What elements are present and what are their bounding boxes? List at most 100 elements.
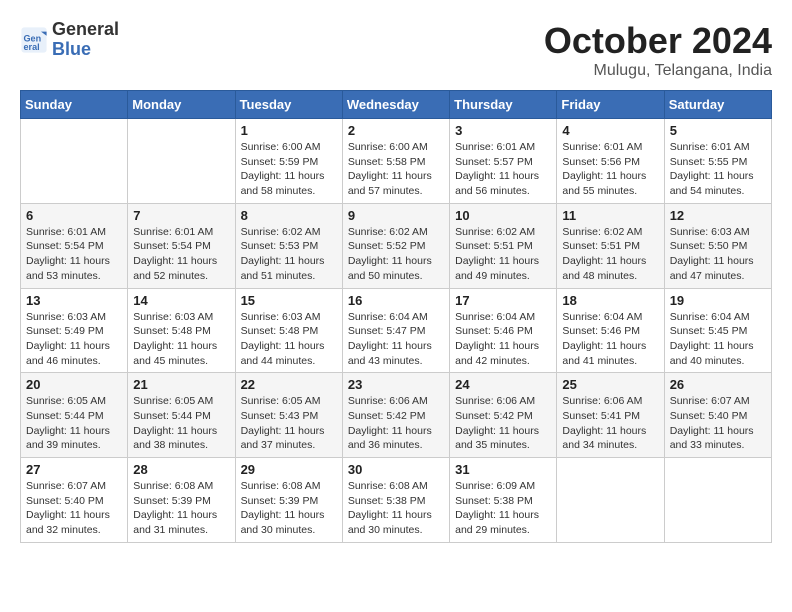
day-number: 7 [133, 208, 229, 223]
day-cell [128, 119, 235, 204]
header-row: SundayMondayTuesdayWednesdayThursdayFrid… [21, 91, 772, 119]
day-detail: Sunrise: 6:03 AM Sunset: 5:50 PM Dayligh… [670, 225, 766, 284]
logo-icon: Gen eral [20, 26, 48, 54]
day-number: 21 [133, 377, 229, 392]
day-number: 24 [455, 377, 551, 392]
day-number: 30 [348, 462, 444, 477]
day-number: 12 [670, 208, 766, 223]
header-cell-saturday: Saturday [664, 91, 771, 119]
day-detail: Sunrise: 6:02 AM Sunset: 5:51 PM Dayligh… [455, 225, 551, 284]
day-cell: 18 Sunrise: 6:04 AM Sunset: 5:46 PM Dayli… [557, 288, 664, 373]
day-detail: Sunrise: 6:02 AM Sunset: 5:51 PM Dayligh… [562, 225, 658, 284]
header-cell-thursday: Thursday [450, 91, 557, 119]
week-row-4: 20 Sunrise: 6:05 AM Sunset: 5:44 PM Dayli… [21, 373, 772, 458]
week-row-2: 6 Sunrise: 6:01 AM Sunset: 5:54 PM Daylig… [21, 203, 772, 288]
day-number: 18 [562, 293, 658, 308]
month-title: October 2024 [544, 20, 772, 62]
calendar-table: SundayMondayTuesdayWednesdayThursdayFrid… [20, 90, 772, 543]
day-number: 23 [348, 377, 444, 392]
day-number: 28 [133, 462, 229, 477]
day-number: 2 [348, 123, 444, 138]
day-number: 27 [26, 462, 122, 477]
day-cell: 6 Sunrise: 6:01 AM Sunset: 5:54 PM Daylig… [21, 203, 128, 288]
day-number: 16 [348, 293, 444, 308]
day-detail: Sunrise: 6:01 AM Sunset: 5:54 PM Dayligh… [26, 225, 122, 284]
logo-text: General Blue [52, 20, 119, 60]
day-number: 11 [562, 208, 658, 223]
day-detail: Sunrise: 6:00 AM Sunset: 5:58 PM Dayligh… [348, 140, 444, 199]
day-detail: Sunrise: 6:07 AM Sunset: 5:40 PM Dayligh… [670, 394, 766, 453]
day-number: 17 [455, 293, 551, 308]
day-detail: Sunrise: 6:04 AM Sunset: 5:47 PM Dayligh… [348, 310, 444, 369]
day-cell: 21 Sunrise: 6:05 AM Sunset: 5:44 PM Dayli… [128, 373, 235, 458]
day-number: 19 [670, 293, 766, 308]
day-number: 26 [670, 377, 766, 392]
title-area: October 2024 Mulugu, Telangana, India [544, 20, 772, 80]
day-cell: 19 Sunrise: 6:04 AM Sunset: 5:45 PM Dayli… [664, 288, 771, 373]
day-detail: Sunrise: 6:09 AM Sunset: 5:38 PM Dayligh… [455, 479, 551, 538]
day-cell: 3Sunrise: 6:01 AM Sunset: 5:57 PM Daylig… [450, 119, 557, 204]
header-cell-sunday: Sunday [21, 91, 128, 119]
logo: Gen eral General Blue [20, 20, 119, 60]
day-number: 4 [562, 123, 658, 138]
day-cell: 20 Sunrise: 6:05 AM Sunset: 5:44 PM Dayli… [21, 373, 128, 458]
header-cell-wednesday: Wednesday [342, 91, 449, 119]
day-detail: Sunrise: 6:02 AM Sunset: 5:52 PM Dayligh… [348, 225, 444, 284]
day-cell: 9Sunrise: 6:02 AM Sunset: 5:52 PM Daylig… [342, 203, 449, 288]
day-detail: Sunrise: 6:04 AM Sunset: 5:45 PM Dayligh… [670, 310, 766, 369]
day-number: 29 [241, 462, 337, 477]
day-cell: 1 Sunrise: 6:00 AM Sunset: 5:59 PM Daylig… [235, 119, 342, 204]
day-number: 31 [455, 462, 551, 477]
day-number: 10 [455, 208, 551, 223]
day-cell [664, 458, 771, 543]
day-detail: Sunrise: 6:01 AM Sunset: 5:55 PM Dayligh… [670, 140, 766, 199]
day-detail: Sunrise: 6:06 AM Sunset: 5:41 PM Dayligh… [562, 394, 658, 453]
day-cell: 25Sunrise: 6:06 AM Sunset: 5:41 PM Dayli… [557, 373, 664, 458]
day-cell: 30 Sunrise: 6:08 AM Sunset: 5:38 PM Dayli… [342, 458, 449, 543]
day-cell: 2 Sunrise: 6:00 AM Sunset: 5:58 PM Daylig… [342, 119, 449, 204]
header-cell-friday: Friday [557, 91, 664, 119]
day-cell: 8Sunrise: 6:02 AM Sunset: 5:53 PM Daylig… [235, 203, 342, 288]
day-number: 6 [26, 208, 122, 223]
day-detail: Sunrise: 6:01 AM Sunset: 5:56 PM Dayligh… [562, 140, 658, 199]
day-detail: Sunrise: 6:05 AM Sunset: 5:44 PM Dayligh… [133, 394, 229, 453]
day-detail: Sunrise: 6:03 AM Sunset: 5:49 PM Dayligh… [26, 310, 122, 369]
day-cell: 24 Sunrise: 6:06 AM Sunset: 5:42 PM Dayli… [450, 373, 557, 458]
page-header: Gen eral General Blue October 2024 Mulug… [20, 20, 772, 80]
day-number: 13 [26, 293, 122, 308]
week-row-1: 1 Sunrise: 6:00 AM Sunset: 5:59 PM Daylig… [21, 119, 772, 204]
day-number: 3 [455, 123, 551, 138]
day-number: 22 [241, 377, 337, 392]
day-number: 20 [26, 377, 122, 392]
day-cell: 11 Sunrise: 6:02 AM Sunset: 5:51 PM Dayli… [557, 203, 664, 288]
day-cell: 15Sunrise: 6:03 AM Sunset: 5:48 PM Dayli… [235, 288, 342, 373]
day-cell: 27 Sunrise: 6:07 AM Sunset: 5:40 PM Dayli… [21, 458, 128, 543]
day-cell [21, 119, 128, 204]
day-cell: 14Sunrise: 6:03 AM Sunset: 5:48 PM Dayli… [128, 288, 235, 373]
day-detail: Sunrise: 6:04 AM Sunset: 5:46 PM Dayligh… [562, 310, 658, 369]
day-detail: Sunrise: 6:08 AM Sunset: 5:39 PM Dayligh… [241, 479, 337, 538]
location-title: Mulugu, Telangana, India [544, 62, 772, 80]
day-cell [557, 458, 664, 543]
day-cell: 28 Sunrise: 6:08 AM Sunset: 5:39 PM Dayli… [128, 458, 235, 543]
day-detail: Sunrise: 6:02 AM Sunset: 5:53 PM Dayligh… [241, 225, 337, 284]
day-number: 1 [241, 123, 337, 138]
day-detail: Sunrise: 6:05 AM Sunset: 5:43 PM Dayligh… [241, 394, 337, 453]
day-cell: 13 Sunrise: 6:03 AM Sunset: 5:49 PM Dayli… [21, 288, 128, 373]
week-row-3: 13 Sunrise: 6:03 AM Sunset: 5:49 PM Dayli… [21, 288, 772, 373]
day-detail: Sunrise: 6:03 AM Sunset: 5:48 PM Dayligh… [133, 310, 229, 369]
header-cell-monday: Monday [128, 91, 235, 119]
day-detail: Sunrise: 6:08 AM Sunset: 5:38 PM Dayligh… [348, 479, 444, 538]
svg-text:eral: eral [24, 42, 40, 52]
day-cell: 31 Sunrise: 6:09 AM Sunset: 5:38 PM Dayli… [450, 458, 557, 543]
day-cell: 17Sunrise: 6:04 AM Sunset: 5:46 PM Dayli… [450, 288, 557, 373]
day-detail: Sunrise: 6:00 AM Sunset: 5:59 PM Dayligh… [241, 140, 337, 199]
day-cell: 29 Sunrise: 6:08 AM Sunset: 5:39 PM Dayli… [235, 458, 342, 543]
day-detail: Sunrise: 6:07 AM Sunset: 5:40 PM Dayligh… [26, 479, 122, 538]
day-detail: Sunrise: 6:05 AM Sunset: 5:44 PM Dayligh… [26, 394, 122, 453]
day-detail: Sunrise: 6:08 AM Sunset: 5:39 PM Dayligh… [133, 479, 229, 538]
day-cell: 16 Sunrise: 6:04 AM Sunset: 5:47 PM Dayli… [342, 288, 449, 373]
day-cell: 23Sunrise: 6:06 AM Sunset: 5:42 PM Dayli… [342, 373, 449, 458]
day-detail: Sunrise: 6:03 AM Sunset: 5:48 PM Dayligh… [241, 310, 337, 369]
day-detail: Sunrise: 6:06 AM Sunset: 5:42 PM Dayligh… [455, 394, 551, 453]
